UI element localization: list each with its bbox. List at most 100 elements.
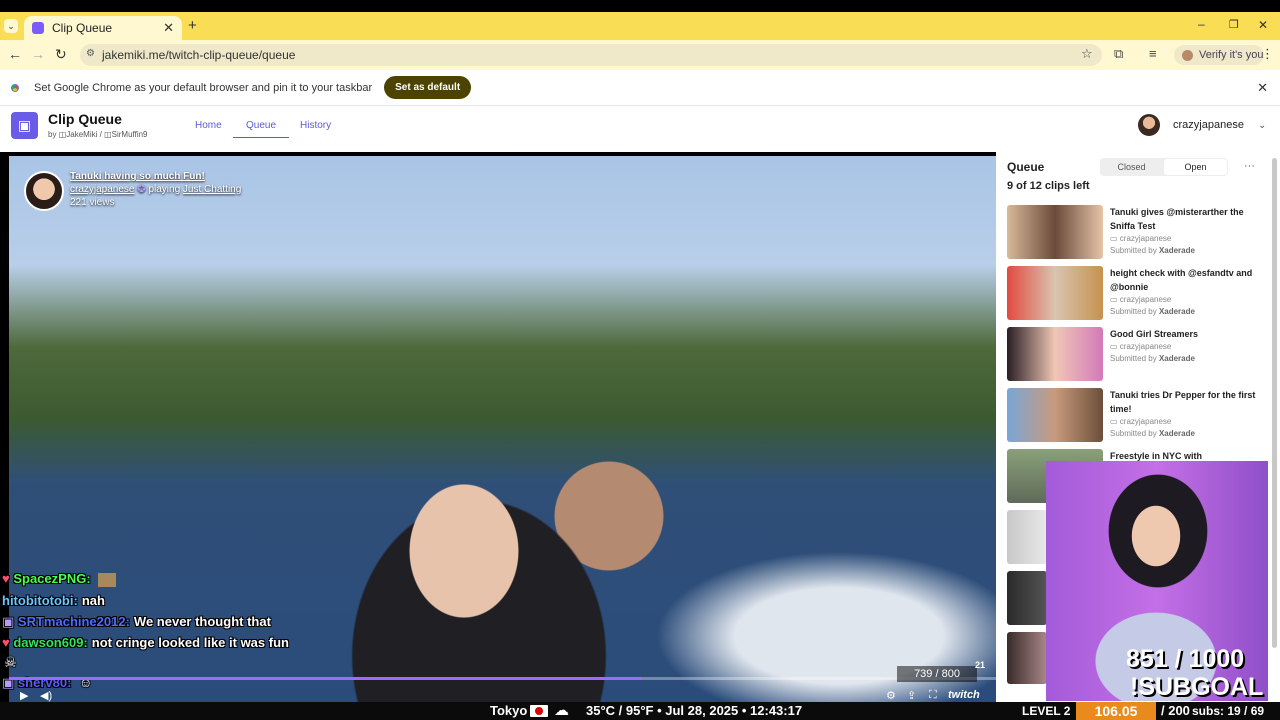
clip-queue-logo-icon[interactable]: ▣ (11, 112, 38, 139)
clip-thumbnail (1007, 266, 1103, 320)
channel-avatar[interactable] (24, 171, 64, 211)
user-avatar (1138, 114, 1160, 136)
submitted-prefix: Submitted by (1110, 429, 1157, 438)
clip-thumbnail[interactable] (1007, 632, 1047, 684)
queue-count: 9 of 12 clips left (1007, 180, 1090, 192)
queue-item-title: height check with @esfandtv and @bonnie (1110, 268, 1253, 292)
volume-icon[interactable]: ◀) (40, 689, 52, 702)
username: crazyjapanese (1173, 119, 1244, 131)
author-sirmuffin9[interactable]: SirMuffin9 (112, 130, 148, 139)
share-icon[interactable]: ⇪ (907, 689, 916, 702)
queue-item-title: Tanuki tries Dr Pepper for the first tim… (1110, 390, 1256, 414)
overlay-small-number: 21 (975, 660, 986, 670)
nav-home[interactable]: Home (195, 120, 222, 131)
browser-tab-clip-queue[interactable]: Clip Queue ✕ (24, 16, 182, 40)
clip-queue-favicon-icon (32, 22, 44, 34)
site-info-icon[interactable]: ⚙ (86, 48, 95, 59)
level-label: LEVEL 2 (1022, 704, 1071, 718)
queue-item-channel: crazyjapanese (1119, 234, 1172, 243)
city-label: Tokyo (490, 703, 528, 718)
level-value: 106.05 (1076, 702, 1156, 720)
tab-close-icon[interactable]: ✕ (163, 20, 174, 36)
queue-item-submitter: Xaderade (1158, 246, 1195, 255)
queue-open-closed-toggle[interactable]: Closed Open (1100, 158, 1228, 176)
submitted-prefix: Submitted by (1110, 354, 1157, 363)
address-bar[interactable]: jakemiki.me/twitch-clip-queue/queue (80, 44, 1102, 66)
forward-arrow-icon[interactable]: → (31, 46, 45, 62)
queue-scrollbar[interactable] (1272, 158, 1277, 648)
chrome-logo-icon (8, 80, 22, 95)
verified-icon: ✪ (137, 184, 146, 195)
app-credits: by ◫JakeMiki / ◫SirMuffin9 (48, 130, 148, 139)
extensions-icon[interactable]: ⧉ (1114, 46, 1123, 62)
queue-item[interactable]: height check with @esfandtv and @bonnie … (1007, 266, 1262, 320)
tab-search-chevron-icon[interactable]: ⌄ (4, 19, 18, 33)
queue-item-channel: crazyjapanese (1119, 342, 1172, 351)
queue-item[interactable]: Good Girl Streamers ▭ crazyjapanese Subm… (1007, 327, 1262, 381)
queue-item[interactable]: Tanuki tries Dr Pepper for the first tim… (1007, 388, 1262, 442)
bookmark-star-icon[interactable]: ☆ (1081, 46, 1093, 62)
credits-separator: / (99, 130, 102, 139)
subgoal-label: !SUBGOAL (1130, 673, 1264, 701)
channel-link[interactable]: crazyjapanese (70, 184, 134, 195)
chat-bubble-icon: ▭ (1110, 295, 1120, 304)
settings-gear-icon[interactable]: ⚙ (886, 689, 896, 702)
chat-bubble-icon: ▭ (1110, 234, 1120, 243)
clip-thumbnail[interactable] (1007, 510, 1047, 564)
queue-item-title: Tanuki gives @misterarther the Sniffa Te… (1110, 207, 1244, 231)
chat-message: ♥ SpacezPNG: (2, 571, 117, 587)
chat-text: nah (81, 593, 105, 608)
clip-title[interactable]: Tanuki having so much Fun! (70, 171, 205, 182)
chevron-down-icon: ⌄ (1257, 119, 1267, 131)
chat-username: dawson609: (13, 635, 88, 650)
twitch-icon: ◫ (104, 130, 112, 139)
chat-username: hitobitotobi: (2, 593, 78, 608)
maximize-button[interactable]: ❐ (1229, 18, 1239, 31)
author-jakemiki[interactable]: JakeMiki (66, 130, 97, 139)
heart-badge-icon: ♥ (2, 635, 10, 650)
level-max: / 200 (1161, 703, 1190, 718)
nav-queue[interactable]: Queue (233, 120, 290, 138)
queue-item-channel: crazyjapanese (1119, 295, 1172, 304)
new-tab-button[interactable]: + (188, 17, 197, 34)
play-icon[interactable]: ▶ (20, 689, 28, 702)
fullscreen-icon[interactable]: ⛶ (929, 689, 937, 702)
user-menu[interactable]: crazyjapanese ⌄ (1138, 114, 1266, 136)
chat-bubble-icon: ▭ (1110, 417, 1120, 426)
chat-bubble-icon: ▭ (1110, 342, 1120, 351)
heart-badge-icon: ♥ (2, 571, 10, 586)
toggle-open[interactable]: Open (1164, 159, 1227, 175)
verify-text: Verify it's you (1199, 49, 1264, 61)
set-as-default-button[interactable]: Set as default (384, 76, 472, 99)
clip-views: 221 views (70, 197, 115, 208)
back-arrow-icon[interactable]: ← (8, 46, 22, 62)
minimize-button[interactable]: – (1198, 17, 1205, 31)
verify-identity-button[interactable]: Verify it's you (1174, 45, 1264, 65)
infobar-close-icon[interactable]: ✕ (1257, 80, 1268, 96)
chat-message: ▣ SRTmachine2012: We never thought that (2, 614, 271, 630)
chat-message: hitobitotobi: nah (2, 593, 105, 608)
subs-counter: subs: 19 / 69 (1192, 704, 1265, 718)
queue-item[interactable]: Tanuki gives @misterarther the Sniffa Te… (1007, 205, 1262, 259)
close-window-button[interactable]: ✕ (1258, 18, 1268, 32)
browser-menu-icon[interactable]: ⋮ (1261, 46, 1274, 62)
playing-word: playing (148, 184, 181, 195)
clip-thumbnail[interactable] (1007, 571, 1047, 625)
queue-title: Queue (1007, 160, 1045, 174)
nav-history[interactable]: History (300, 120, 331, 131)
cloud-icon: ☁ (554, 702, 569, 719)
reload-icon[interactable]: ↻ (55, 46, 67, 63)
sub-badge-icon: ▣ (2, 614, 15, 629)
tab-title: Clip Queue (52, 21, 113, 35)
toggle-closed[interactable]: Closed (1100, 158, 1163, 176)
japan-flag-icon (530, 705, 548, 717)
queue-item-submitter: Xaderade (1158, 307, 1195, 316)
twitch-brand[interactable]: twitch (948, 689, 980, 701)
media-controls-icon[interactable]: ≡ (1149, 46, 1157, 61)
game-link[interactable]: Just Chatting (183, 184, 241, 195)
chat-username: SRTmachine2012: (17, 614, 130, 629)
video-progress-bar[interactable] (9, 677, 996, 680)
queue-more-icon[interactable]: ··· (1244, 160, 1255, 172)
overlay-counter: 739 / 800 (897, 666, 977, 682)
queue-item-channel: crazyjapanese (1119, 417, 1172, 426)
